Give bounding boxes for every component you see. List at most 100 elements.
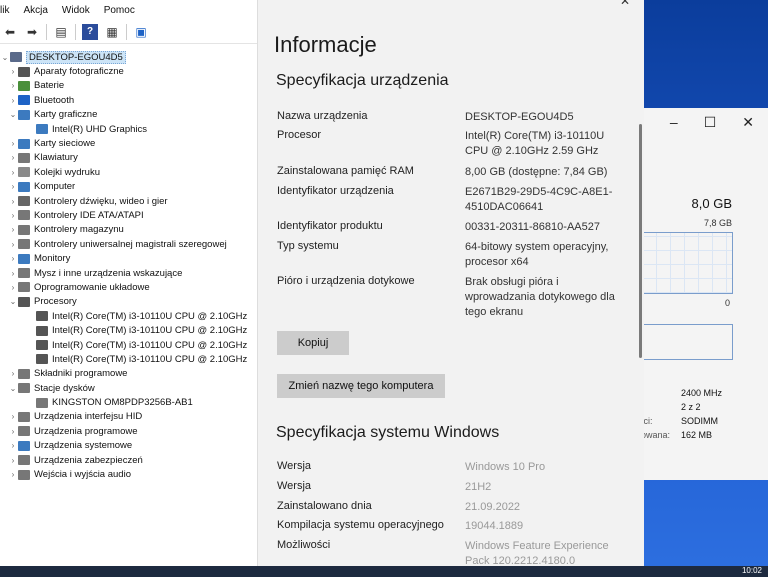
tree-node-label: Stacje dysków — [34, 382, 95, 394]
properties-icon[interactable]: ▤ — [53, 24, 69, 40]
tree-node[interactable]: Intel(R) Core(TM) i3-10110U CPU @ 2.10GH… — [0, 338, 257, 352]
tree-node-label: Kontrolery IDE ATA/ATAPI — [34, 209, 144, 221]
chevron-down-icon[interactable]: ⌄ — [8, 384, 18, 393]
tree-node[interactable]: › Urządzenia zabezpieczeń — [0, 453, 257, 467]
tree-node[interactable]: Intel(R) Core(TM) i3-10110U CPU @ 2.10GH… — [0, 352, 257, 366]
tree-node[interactable]: › Komputer — [0, 180, 257, 194]
chevron-down-icon[interactable]: ⌄ — [8, 297, 18, 306]
chevron-right-icon[interactable]: › — [8, 254, 18, 263]
tree-node-label: Urządzenia interfejsu HID — [34, 411, 143, 423]
tree-node-label: Urządzenia systemowe — [34, 440, 133, 452]
chevron-right-icon[interactable]: › — [8, 197, 18, 206]
chevron-right-icon[interactable]: › — [8, 441, 18, 450]
menu-view[interactable]: Widok — [62, 5, 90, 16]
device-icon — [18, 383, 30, 394]
tree-node[interactable]: › Kontrolery magazynu — [0, 223, 257, 237]
chevron-right-icon[interactable]: › — [8, 67, 18, 76]
close-button[interactable]: ✕ — [742, 114, 754, 131]
stat-row: 2 z 2 — [681, 402, 701, 412]
chevron-down-icon[interactable]: ⌄ — [8, 110, 18, 119]
help-icon[interactable]: ? — [82, 23, 98, 40]
forward-arrow-icon[interactable]: ➡ — [24, 24, 40, 40]
device-icon — [18, 138, 30, 149]
close-button[interactable]: ✕ — [620, 0, 630, 8]
minimize-button[interactable]: – — [670, 114, 678, 130]
tree-node[interactable]: ⌄ Stacje dysków — [0, 381, 257, 395]
chevron-right-icon[interactable]: › — [8, 211, 18, 220]
chevron-right-icon[interactable]: › — [8, 139, 18, 148]
tree-node[interactable]: › Karty sieciowe — [0, 136, 257, 150]
spec-row-os-build: Kompilacja systemu operacyjnego 19044.18… — [277, 519, 524, 532]
tree-node-label: Karty sieciowe — [34, 138, 96, 150]
chevron-right-icon[interactable]: › — [8, 240, 18, 249]
tree-node[interactable]: › Urządzenia systemowe — [0, 439, 257, 453]
tree-node[interactable]: › Kontrolery uniwersalnej magistrali szer… — [0, 237, 257, 251]
menu-action[interactable]: Akcja — [23, 5, 47, 16]
spec-row-device-id: Identyfikator urządzenia E2671B29-29D5-4… — [277, 185, 613, 213]
chevron-right-icon[interactable]: › — [8, 456, 18, 465]
chevron-right-icon[interactable]: › — [8, 153, 18, 162]
page-title: Informacje — [274, 32, 377, 57]
monitor-icon[interactable]: ▣ — [133, 24, 149, 40]
tree-node-label: Monitory — [34, 253, 71, 265]
tree-node[interactable]: › Kolejki wydruku — [0, 165, 257, 179]
rename-pc-button[interactable]: Zmień nazwę tego komputera — [277, 374, 445, 398]
tree-node-label: Komputer — [34, 181, 76, 193]
chevron-right-icon[interactable]: › — [8, 427, 18, 436]
scrollbar[interactable] — [639, 124, 642, 358]
graph-zero-label: 0 — [724, 298, 730, 308]
memory-graph-max: 7,8 GB — [703, 218, 732, 228]
tree-node[interactable]: ⌄ Procesory — [0, 295, 257, 309]
chevron-right-icon[interactable]: › — [8, 470, 18, 479]
device-icon — [36, 354, 48, 365]
tree-node[interactable]: › Klawiatury — [0, 151, 257, 165]
tree-node[interactable]: › Urządzenia programowe — [0, 424, 257, 438]
menu-help[interactable]: Pomoc — [104, 5, 135, 16]
windows-spec-heading: Specyfikacja systemu Windows — [276, 424, 500, 441]
device-icon — [18, 411, 30, 422]
chevron-down-icon[interactable]: ⌄ — [0, 53, 10, 62]
chevron-right-icon[interactable]: › — [8, 369, 18, 378]
tree-node[interactable]: › Mysz i inne urządzenia wskazujące — [0, 266, 257, 280]
tree-node[interactable]: › Urządzenia interfejsu HID — [0, 410, 257, 424]
tree-node[interactable]: › Składniki programowe — [0, 367, 257, 381]
chevron-right-icon[interactable]: › — [8, 182, 18, 191]
menu-file[interactable]: lik — [0, 5, 9, 16]
back-arrow-icon[interactable]: ⬅ — [2, 24, 18, 40]
copy-button[interactable]: Kopiuj — [277, 331, 349, 355]
chevron-right-icon[interactable]: › — [8, 412, 18, 421]
tree-node[interactable]: › Oprogramowanie układowe — [0, 280, 257, 294]
chevron-right-icon[interactable]: › — [8, 225, 18, 234]
tree-node[interactable]: ⌄ Karty graficzne — [0, 108, 257, 122]
tree-node[interactable]: › Bluetooth — [0, 93, 257, 107]
chevron-right-icon[interactable]: › — [8, 283, 18, 292]
spec-row-processor: Procesor Intel(R) Core(TM) i3-10110U CPU… — [277, 129, 605, 157]
tree-node[interactable]: › Kontrolery dźwięku, wideo i gier — [0, 194, 257, 208]
tree-node[interactable]: Intel(R) Core(TM) i3-10110U CPU @ 2.10GH… — [0, 323, 257, 337]
chevron-right-icon[interactable]: › — [8, 269, 18, 278]
device-icon — [18, 224, 30, 235]
tree-node[interactable]: Intel(R) Core(TM) i3-10110U CPU @ 2.10GH… — [0, 309, 257, 323]
tree-node[interactable]: › Aparaty fotograficzne — [0, 64, 257, 78]
tree-node-label: Aparaty fotograficzne — [34, 66, 124, 78]
tree-node-label: Baterie — [34, 80, 65, 92]
tree-node[interactable]: › Monitory — [0, 251, 257, 265]
device-icon — [36, 340, 48, 350]
chevron-right-icon[interactable]: › — [8, 168, 18, 177]
tree-node[interactable]: › Kontrolery IDE ATA/ATAPI — [0, 208, 257, 222]
spec-row-system-type: Typ systemu 64-bitowy system operacyjny,… — [277, 240, 609, 268]
device-spec-heading: Specyfikacja urządzenia — [276, 72, 449, 89]
tree-node[interactable]: Intel(R) UHD Graphics — [0, 122, 257, 136]
tree-node[interactable]: ⌄ DESKTOP-EGOU4D5 — [0, 50, 257, 64]
maximize-button[interactable]: ☐ — [704, 114, 717, 131]
chevron-right-icon[interactable]: › — [8, 81, 18, 90]
taskbar-clock[interactable]: 10:02 — [742, 566, 762, 575]
tree-node[interactable]: KINGSTON OM8PDP3256B-AB1 — [0, 395, 257, 409]
taskbar: 10:02 — [0, 566, 768, 577]
tree-node[interactable]: › Baterie — [0, 79, 257, 93]
spec-row-edition: Wersja Windows 10 Pro — [277, 460, 546, 473]
device-icon — [18, 253, 30, 264]
chevron-right-icon[interactable]: › — [8, 96, 18, 105]
tree-node[interactable]: › Wejścia i wyjścia audio — [0, 467, 257, 481]
view-icon[interactable]: ▦ — [104, 24, 120, 40]
